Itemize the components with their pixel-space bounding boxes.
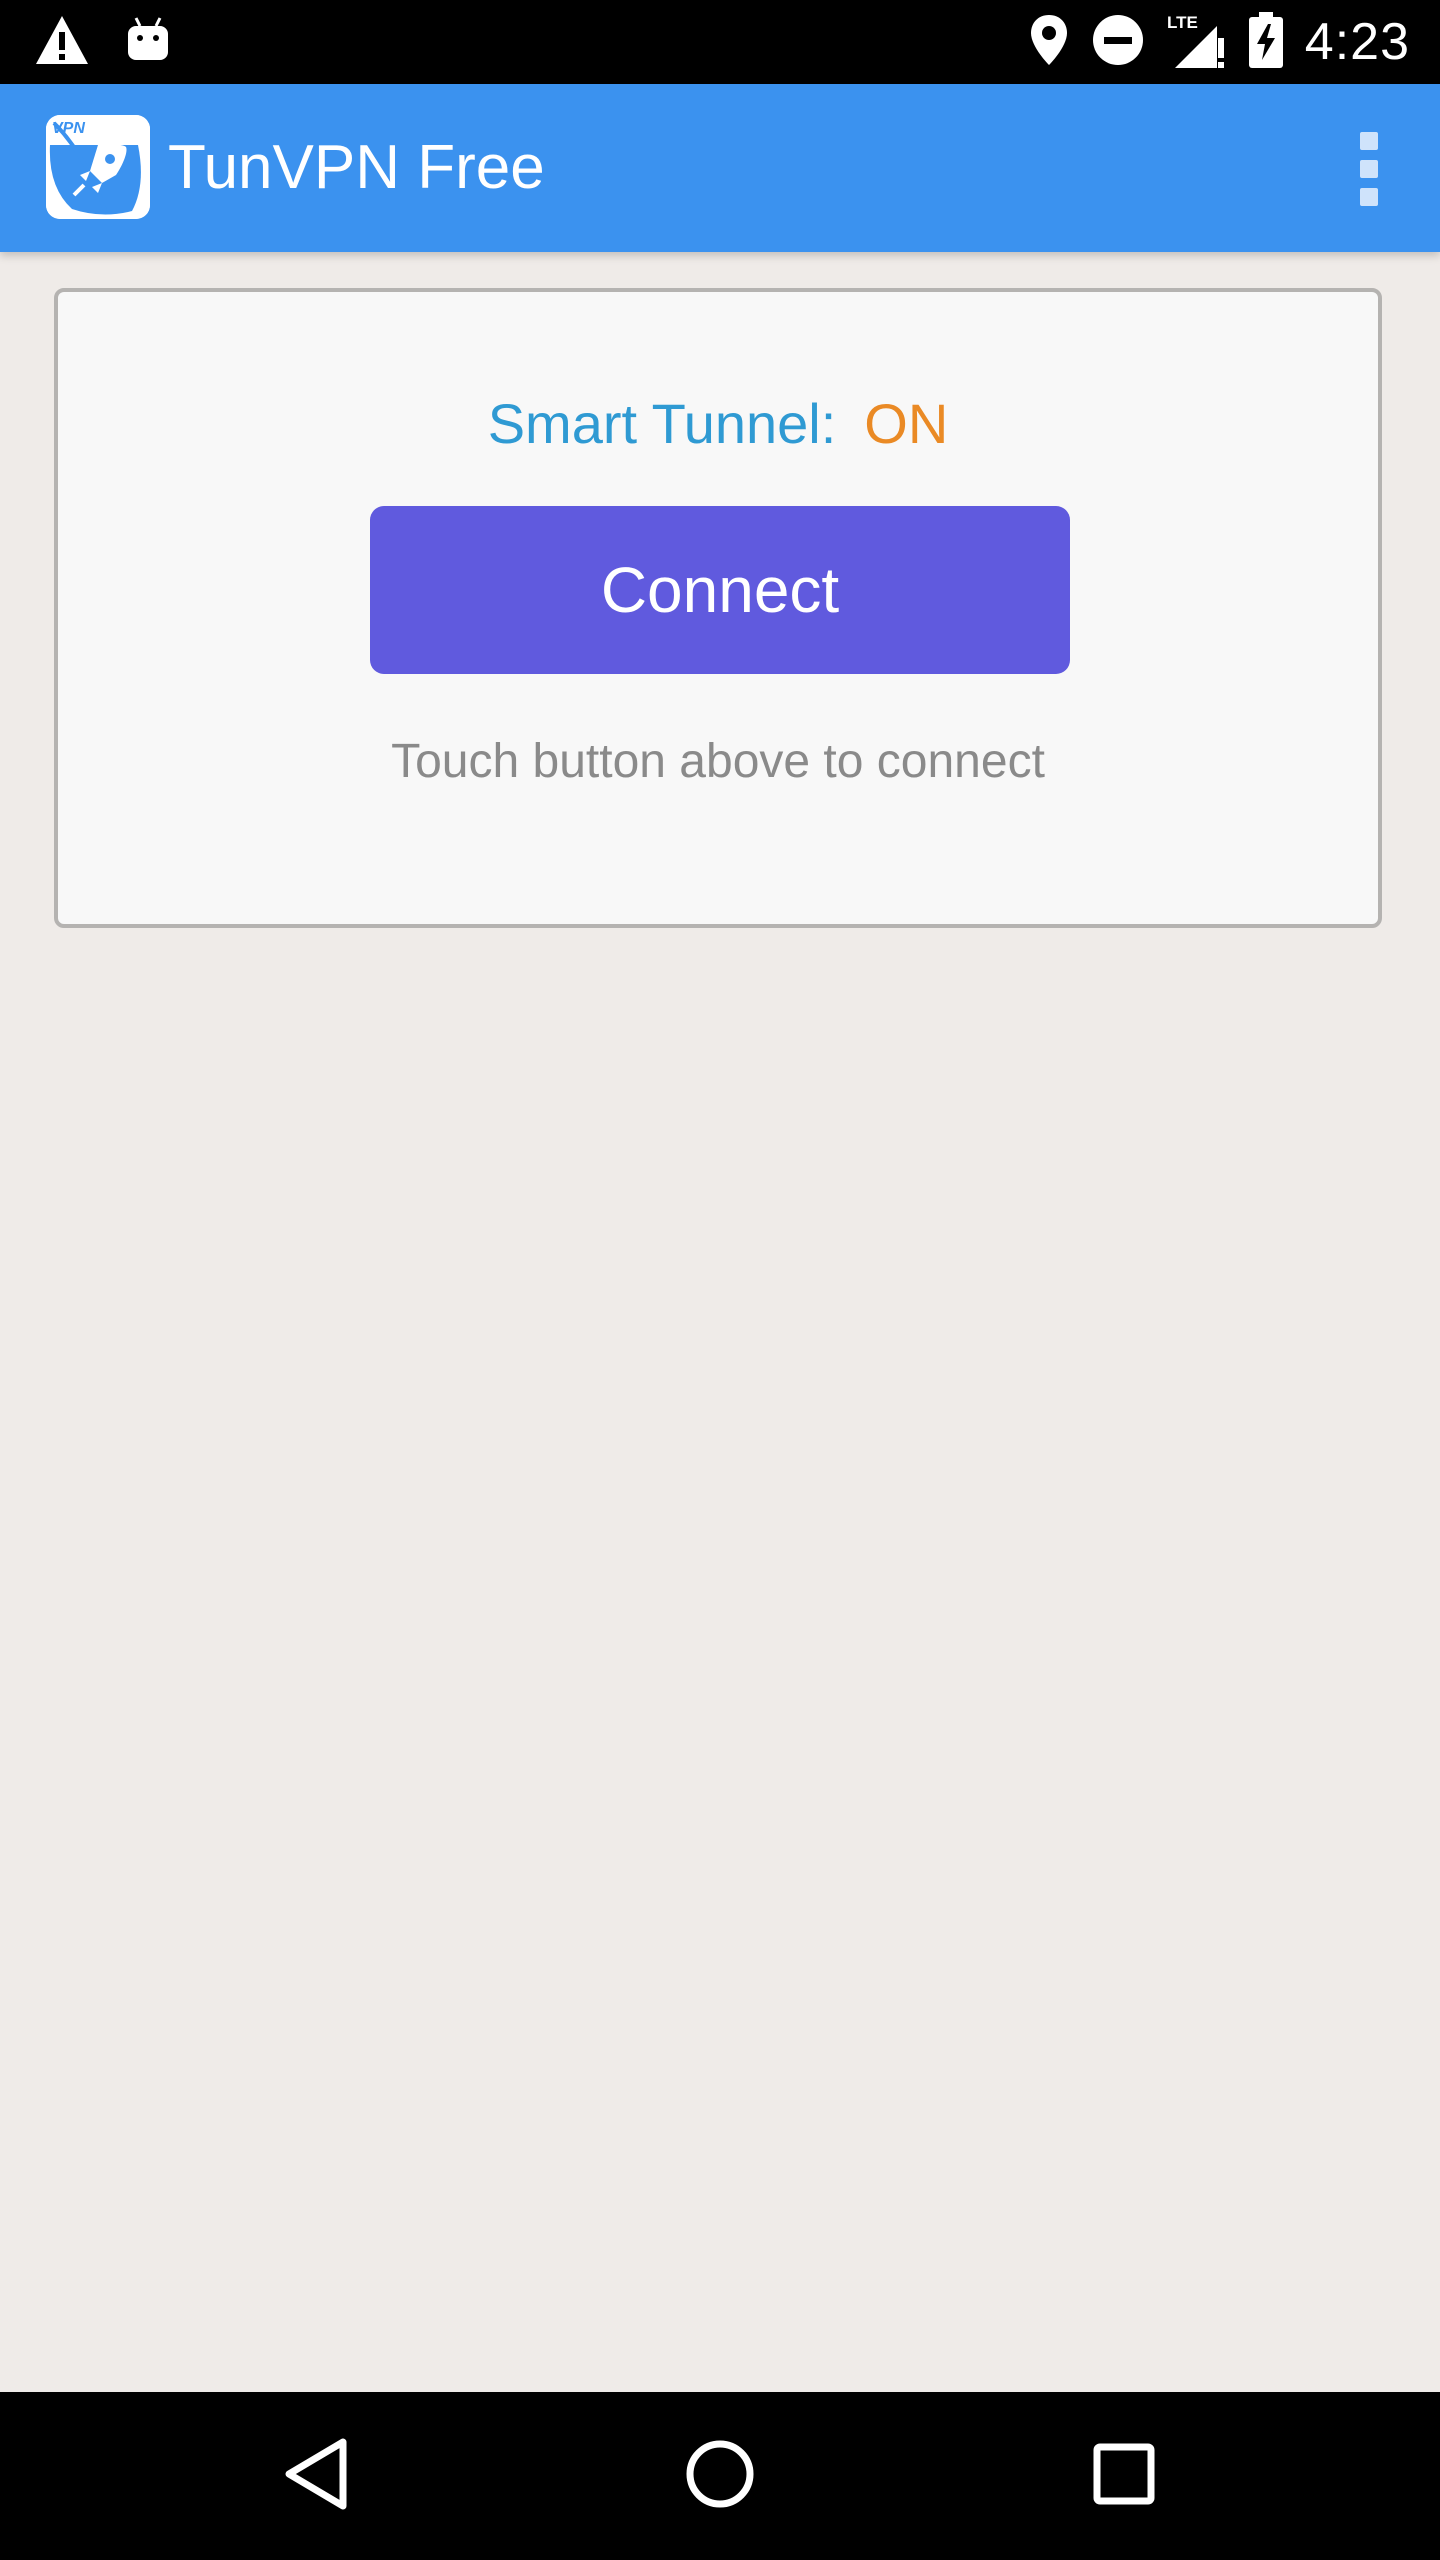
status-left-icons (34, 14, 170, 70)
connect-hint: Touch button above to connect (391, 735, 1045, 788)
overflow-dot (1360, 132, 1378, 150)
status-time: 4:23 (1304, 13, 1410, 71)
overflow-dot (1360, 188, 1378, 206)
lte-signal-icon: LTE (1167, 10, 1227, 74)
app-logo-icon: VPN (46, 115, 150, 219)
navigation-bar (0, 2392, 1440, 2560)
svg-text:VPN: VPN (52, 120, 85, 137)
android-icon (126, 16, 170, 68)
smart-tunnel-label: Smart Tunnel: (487, 392, 837, 455)
recents-button[interactable] (1074, 2426, 1174, 2526)
battery-charging-icon (1248, 12, 1283, 72)
overflow-dot (1360, 160, 1378, 178)
do-not-disturb-icon (1091, 13, 1145, 71)
home-icon (684, 2438, 756, 2514)
status-bar: LTE 4:23 (0, 0, 1440, 84)
back-icon (281, 2436, 351, 2516)
app-title: TunVPN Free (168, 133, 545, 202)
overflow-menu-button[interactable] (1324, 124, 1414, 214)
location-icon (1029, 13, 1069, 71)
screen: LTE 4:23 VPN TunVPN Free Smart Tunnel: O… (0, 0, 1440, 2560)
app-toolbar: VPN TunVPN Free (0, 84, 1440, 252)
svg-text:LTE: LTE (1167, 13, 1198, 32)
smart-tunnel-value[interactable]: ON (864, 392, 948, 455)
back-button[interactable] (266, 2426, 366, 2526)
connection-card: Smart Tunnel: ON Connect Touch button abo… (54, 288, 1382, 928)
warning-icon (34, 14, 90, 70)
status-right-icons: LTE 4:23 (1029, 0, 1410, 84)
recents-icon (1092, 2442, 1156, 2510)
smart-tunnel-status: Smart Tunnel: ON (58, 392, 1378, 456)
connect-button[interactable]: Connect (370, 506, 1070, 674)
home-button[interactable] (670, 2426, 770, 2526)
